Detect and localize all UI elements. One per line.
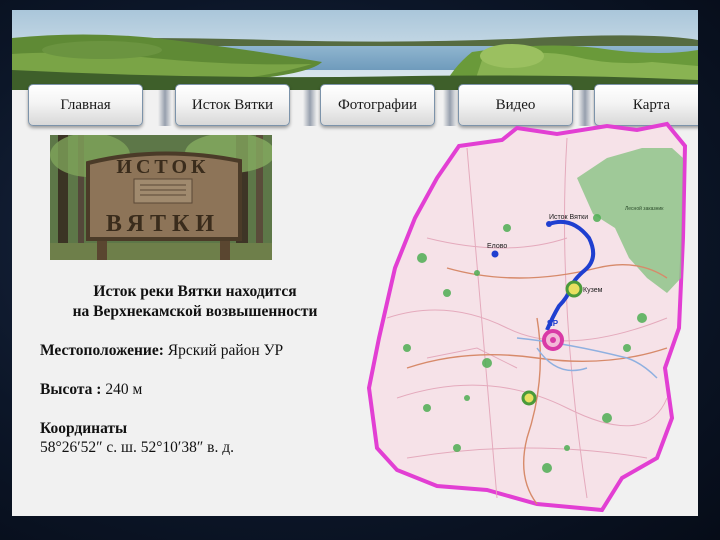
source-info: Исток реки Вятки находится на Верхнекамс… <box>40 282 350 458</box>
yelovo-map-label: Елово <box>487 243 507 250</box>
source-sign-photo: ИСТОК ВЯТКИ <box>50 135 272 260</box>
district-map: Исток Вятки Елово Кузем ЯР Лесной заказн… <box>367 121 688 513</box>
location-label: Местоположение: <box>40 341 164 359</box>
nav-separator <box>158 90 172 126</box>
yelovo-marker <box>491 250 499 258</box>
info-heading-line1: Исток реки Вятки находится <box>93 283 297 300</box>
height-label: Высота : <box>40 380 102 398</box>
height-value: 240 м <box>105 380 143 398</box>
settlement-marker <box>521 390 537 406</box>
forest-map-label: Лесной заказник <box>625 205 664 212</box>
nav-button-home[interactable]: Главная <box>28 84 143 126</box>
kuzem-marker <box>565 280 583 298</box>
kuzem-map-label: Кузем <box>583 287 603 294</box>
slide: Главная Исток Вятки Фотографии Видео Кар… <box>12 10 698 516</box>
height-row: Высота : 240 м <box>40 380 350 400</box>
sign-top-text: ИСТОК <box>116 156 209 178</box>
coords-value: 58°26′52″ с. ш. 52°10′38″ в. д. <box>40 439 234 456</box>
sign-bottom-text: ВЯТКИ <box>106 211 220 237</box>
nav-button-source[interactable]: Исток Вятки <box>175 84 290 126</box>
location-value: Ярский район УР <box>167 341 284 359</box>
yar-map-label: ЯР <box>547 319 559 328</box>
coords-label: Координаты <box>40 419 128 437</box>
info-heading-line2: на Верхнекамской возвышенности <box>72 302 318 320</box>
source-map-label: Исток Вятки <box>549 214 588 221</box>
river-banner-image <box>12 10 698 90</box>
location-row: Местоположение: Ярский район УР <box>40 341 350 361</box>
nav-separator <box>303 90 317 126</box>
